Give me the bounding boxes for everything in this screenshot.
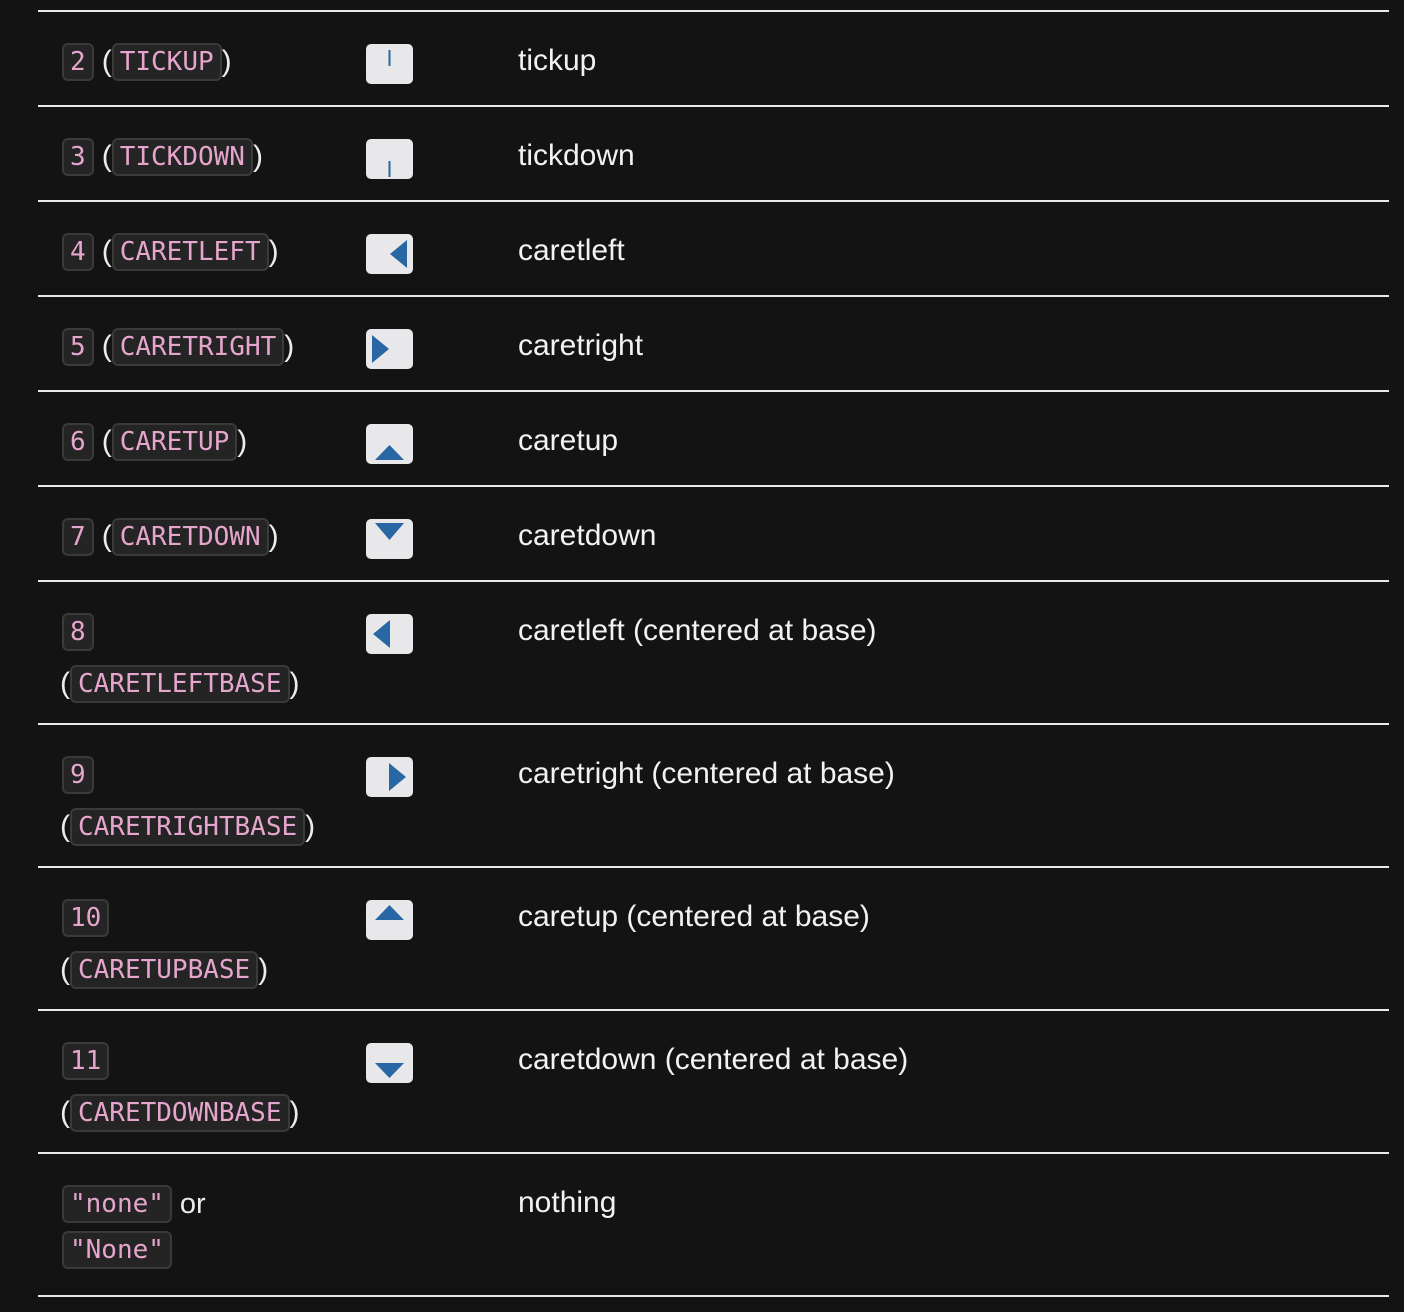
none-object-code: "None" — [62, 1231, 172, 1269]
marker-number: 11 — [62, 1042, 110, 1080]
table-row: 10(CARETUPBASE) caretup (centered at bas… — [38, 868, 1389, 1011]
table-row: 7 (CARETDOWN) caretdown — [38, 487, 1389, 582]
marker-number: 5 — [62, 328, 94, 366]
or-text: or — [179, 1188, 206, 1220]
marker-number: 6 — [62, 423, 94, 461]
marker-number: 4 — [62, 233, 94, 271]
marker-number: 10 — [62, 899, 110, 937]
marker-constant: CARETLEFTBASE — [70, 665, 290, 703]
marker-description: nothing — [518, 1186, 617, 1219]
caretdownbase-marker-icon — [366, 1043, 413, 1083]
table-row: 11(CARETDOWNBASE) caretdown (centered at… — [38, 1011, 1389, 1154]
marker-number: 7 — [62, 518, 94, 556]
marker-constant: CARETRIGHT — [111, 328, 285, 366]
marker-code-cell: 11(CARETDOWNBASE) — [60, 1042, 342, 1132]
marker-constant: CARETUP — [111, 423, 238, 461]
marker-number: 8 — [62, 613, 94, 651]
caretup-marker-icon — [366, 424, 413, 464]
marker-code-cell: 8(CARETLEFTBASE) — [60, 613, 342, 703]
table-row: 8(CARETLEFTBASE) caretleft (centered at … — [38, 582, 1389, 725]
marker-description: caretup — [518, 424, 619, 457]
marker-number: 3 — [62, 138, 94, 176]
table-row: 2 (TICKUP) tickup — [38, 12, 1389, 107]
marker-description: caretdown (centered at base) — [518, 1043, 909, 1076]
marker-description: tickup — [518, 44, 597, 77]
marker-constant: CARETLEFT — [111, 233, 269, 271]
marker-description: caretright — [518, 329, 644, 362]
caretright-marker-icon — [366, 329, 413, 369]
caretleftbase-marker-icon — [366, 614, 413, 654]
marker-code-cell: 4 (CARETLEFT) — [62, 233, 342, 271]
marker-constant: CARETRIGHTBASE — [70, 808, 306, 846]
marker-description: caretleft — [518, 234, 625, 267]
caretupbase-marker-icon — [366, 900, 413, 940]
marker-code-cell: 5 (CARETRIGHT) — [62, 328, 342, 366]
marker-code-cell: 7 (CARETDOWN) — [62, 518, 342, 556]
caretrightbase-marker-icon — [366, 757, 413, 797]
marker-code-cell: 9(CARETRIGHTBASE) — [60, 756, 342, 846]
marker-constant: TICKUP — [111, 43, 222, 81]
marker-description: caretdown — [518, 519, 657, 552]
marker-description: tickdown — [518, 139, 635, 172]
table-row: "none" or "None" nothing — [38, 1154, 1389, 1297]
marker-code-cell: "none" or "None" — [62, 1185, 342, 1269]
marker-code-cell: 2 (TICKUP) — [62, 43, 342, 81]
marker-code-cell: 6 (CARETUP) — [62, 423, 342, 461]
table-row: 3 (TICKDOWN) tickdown — [38, 107, 1389, 202]
marker-constant: TICKDOWN — [111, 138, 253, 176]
tickdown-marker-icon — [366, 139, 413, 179]
table-row: 5 (CARETRIGHT) caretright — [38, 297, 1389, 392]
table-row: 4 (CARETLEFT) caretleft — [38, 202, 1389, 297]
marker-table: 2 (TICKUP) tickup 3 (TICKDOWN) tickdown … — [38, 10, 1389, 1297]
tickup-marker-icon — [366, 44, 413, 84]
table-row: 9(CARETRIGHTBASE) caretright (centered a… — [38, 725, 1389, 868]
marker-constant: CARETDOWNBASE — [70, 1094, 290, 1132]
marker-code-cell: 10(CARETUPBASE) — [60, 899, 342, 989]
caretleft-marker-icon — [366, 234, 413, 274]
marker-number: 2 — [62, 43, 94, 81]
none-string-code: "none" — [62, 1185, 172, 1223]
marker-constant: CARETDOWN — [111, 518, 269, 556]
marker-code-cell: 3 (TICKDOWN) — [62, 138, 342, 176]
caretdown-marker-icon — [366, 519, 413, 559]
table-row: 6 (CARETUP) caretup — [38, 392, 1389, 487]
marker-number: 9 — [62, 756, 94, 794]
marker-constant: CARETUPBASE — [70, 951, 259, 989]
marker-description: caretup (centered at base) — [518, 900, 870, 933]
marker-description: caretright (centered at base) — [518, 757, 895, 790]
marker-description: caretleft (centered at base) — [518, 614, 877, 647]
